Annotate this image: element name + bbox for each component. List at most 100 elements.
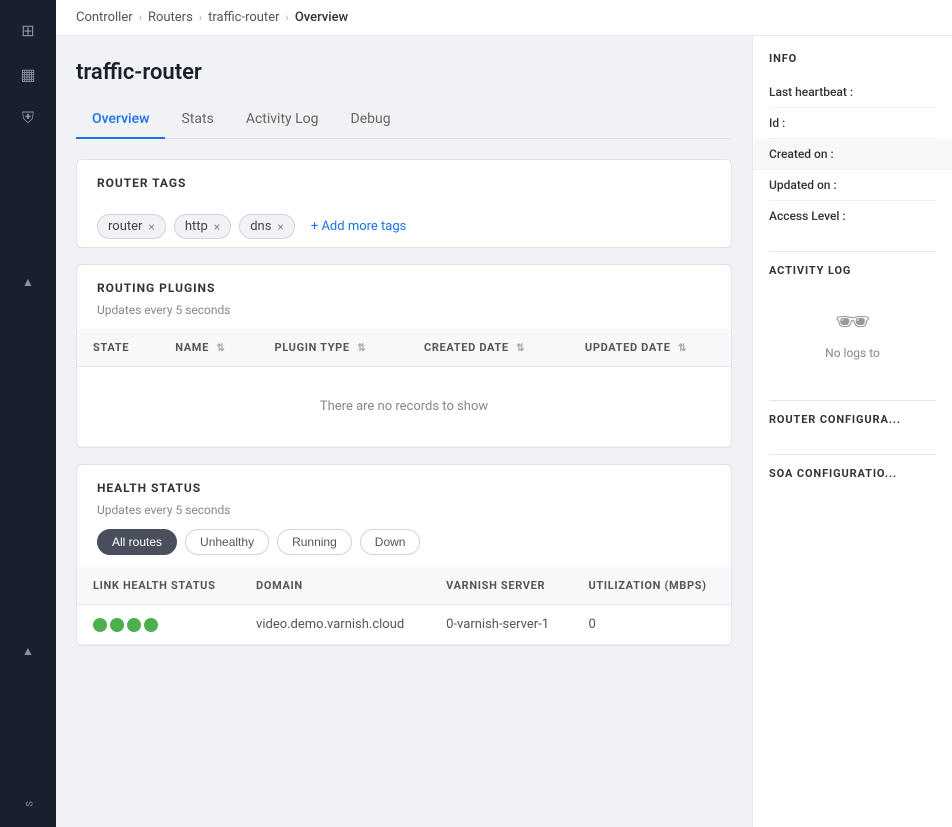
routing-plugins-thead: STATE NAME ⇅ PLUGIN TYPE ⇅	[77, 329, 731, 367]
col-varnish-server-label: VARNISH SERVER	[446, 579, 545, 592]
col-plugin-type-label: PLUGIN TYPE	[274, 341, 349, 354]
tab-stats[interactable]: Stats	[165, 101, 229, 139]
activity-log-placeholder: 🕶 No logs to	[769, 285, 936, 380]
sidebar-icon-grid[interactable]: ⊞	[10, 12, 46, 48]
breadcrumb: Controller › Routers › traffic-router › …	[56, 0, 952, 36]
routing-plugins-table: STATE NAME ⇅ PLUGIN TYPE ⇅	[77, 329, 731, 447]
add-tag-button[interactable]: + Add more tags	[303, 215, 415, 238]
info-row-created: Created on :	[753, 139, 952, 170]
col-created-date-sort-icon: ⇅	[516, 343, 525, 354]
health-status-header-row: LINK HEALTH STATUS DOMAIN VARNISH SERVER…	[77, 567, 731, 605]
tag-http: http ×	[174, 214, 231, 239]
tag-router: router ×	[97, 214, 166, 239]
info-label-updated: Updated on :	[769, 178, 837, 192]
info-title: INFO	[769, 52, 936, 65]
breadcrumb-routers[interactable]: Routers	[148, 10, 193, 25]
col-name-label: NAME	[175, 341, 209, 354]
info-row-updated: Updated on :	[769, 170, 936, 201]
dot-3	[127, 618, 141, 632]
chevron-down-icon: ▲	[22, 645, 34, 657]
page-content: traffic-router Overview Stats Activity L…	[56, 36, 952, 827]
health-status-table: LINK HEALTH STATUS DOMAIN VARNISH SERVER…	[77, 567, 731, 645]
col-utilization: UTILIZATION (MBPS)	[573, 567, 731, 605]
tag-router-remove[interactable]: ×	[148, 221, 154, 233]
health-filter-row: All routes Unhealthy Running Down	[77, 529, 731, 567]
tags-row: router × http × dns × + Add more tags	[77, 210, 731, 247]
filter-unhealthy[interactable]: Unhealthy	[185, 529, 269, 555]
health-dots-cell	[77, 605, 240, 645]
router-config-section: ROUTER CONFIGURA...	[769, 400, 936, 434]
left-panel: traffic-router Overview Stats Activity L…	[56, 36, 752, 827]
col-updated-date[interactable]: UPDATED DATE ⇅	[569, 329, 731, 367]
breadcrumb-traffic-router[interactable]: traffic-router	[208, 10, 279, 25]
activity-log-title: ACTIVITY LOG	[769, 251, 936, 285]
tag-dns-remove[interactable]: ×	[277, 221, 283, 233]
col-varnish-server: VARNISH SERVER	[430, 567, 572, 605]
sidebar-label: S	[23, 801, 33, 815]
info-label-heartbeat: Last heartbeat :	[769, 85, 853, 99]
activity-log-no-logs: No logs to	[825, 346, 880, 360]
health-status-header: HEALTH STATUS Updates every 5 seconds	[77, 465, 731, 529]
breadcrumb-sep-1: ›	[139, 11, 142, 24]
routing-plugins-header: ROUTING PLUGINS Updates every 5 seconds	[77, 265, 731, 329]
no-records-row: There are no records to show	[77, 367, 731, 447]
tabs-nav: Overview Stats Activity Log Debug	[76, 101, 732, 139]
sidebar: ⊞ ▦ ⛨ ▲ ▲ S	[0, 0, 56, 827]
col-state: STATE	[77, 329, 159, 367]
routing-plugins-tbody: There are no records to show	[77, 367, 731, 447]
col-created-date[interactable]: CREATED DATE ⇅	[408, 329, 569, 367]
col-utilization-label: UTILIZATION (MBPS)	[589, 579, 707, 592]
filter-down[interactable]: Down	[360, 529, 421, 555]
info-section: INFO Last heartbeat : Id : Created on : …	[769, 52, 936, 231]
health-status-tbody: video.demo.varnish.cloud 0-varnish-serve…	[77, 605, 731, 645]
col-name[interactable]: NAME ⇅	[159, 329, 258, 367]
info-label-id: Id :	[769, 116, 785, 130]
router-tags-header: ROUTER TAGS	[77, 160, 731, 210]
health-dots	[93, 618, 224, 632]
soa-config-title: SOA CONFIGURATIO...	[769, 454, 936, 488]
breadcrumb-sep-2: ›	[199, 11, 202, 24]
tag-dns-label: dns	[250, 219, 271, 234]
tab-debug[interactable]: Debug	[335, 101, 407, 139]
col-domain: DOMAIN	[240, 567, 430, 605]
tag-router-label: router	[108, 219, 142, 234]
col-updated-date-sort-icon: ⇅	[678, 343, 687, 354]
health-status-table-container: LINK HEALTH STATUS DOMAIN VARNISH SERVER…	[77, 567, 731, 645]
col-domain-label: DOMAIN	[256, 579, 303, 592]
sidebar-icon-shield[interactable]: ⛨	[10, 100, 46, 136]
tab-overview[interactable]: Overview	[76, 101, 165, 139]
router-config-title: ROUTER CONFIGURA...	[769, 400, 936, 434]
col-updated-date-label: UPDATED DATE	[585, 341, 671, 354]
domain-cell: video.demo.varnish.cloud	[240, 605, 430, 645]
right-panel: INFO Last heartbeat : Id : Created on : …	[752, 36, 952, 827]
breadcrumb-sep-3: ›	[286, 11, 289, 24]
info-row-access: Access Level :	[769, 201, 936, 231]
router-tags-title: ROUTER TAGS	[97, 176, 711, 190]
tag-http-remove[interactable]: ×	[214, 221, 220, 233]
no-records-cell: There are no records to show	[77, 367, 731, 447]
filter-running[interactable]: Running	[277, 529, 352, 555]
router-tags-card: ROUTER TAGS router × http × dns ×	[76, 159, 732, 248]
col-link-health-label: LINK HEALTH STATUS	[93, 579, 216, 592]
sidebar-icon-server[interactable]: ▦	[10, 56, 46, 92]
routing-plugins-table-container: STATE NAME ⇅ PLUGIN TYPE ⇅	[77, 329, 731, 447]
chevron-up-icon: ▲	[22, 276, 34, 288]
col-plugin-type-sort-icon: ⇅	[357, 343, 366, 354]
col-link-health: LINK HEALTH STATUS	[77, 567, 240, 605]
routing-plugins-subtitle: Updates every 5 seconds	[97, 303, 711, 317]
dot-4	[144, 618, 158, 632]
sidebar-collapse-top[interactable]: ▲	[10, 270, 46, 294]
routing-plugins-title: ROUTING PLUGINS	[97, 281, 711, 295]
breadcrumb-controller[interactable]: Controller	[76, 10, 133, 25]
info-row-heartbeat: Last heartbeat :	[769, 77, 936, 108]
filter-all-routes[interactable]: All routes	[97, 529, 177, 555]
sidebar-collapse-bottom[interactable]: ▲	[10, 639, 46, 663]
tab-activity-log[interactable]: Activity Log	[230, 101, 335, 139]
health-status-subtitle: Updates every 5 seconds	[97, 503, 711, 517]
col-state-label: STATE	[93, 341, 129, 354]
utilization-cell: 0	[573, 605, 731, 645]
col-plugin-type[interactable]: PLUGIN TYPE ⇅	[258, 329, 408, 367]
soa-config-section: SOA CONFIGURATIO...	[769, 454, 936, 488]
main-content: Controller › Routers › traffic-router › …	[56, 0, 952, 827]
breadcrumb-overview: Overview	[295, 10, 348, 25]
